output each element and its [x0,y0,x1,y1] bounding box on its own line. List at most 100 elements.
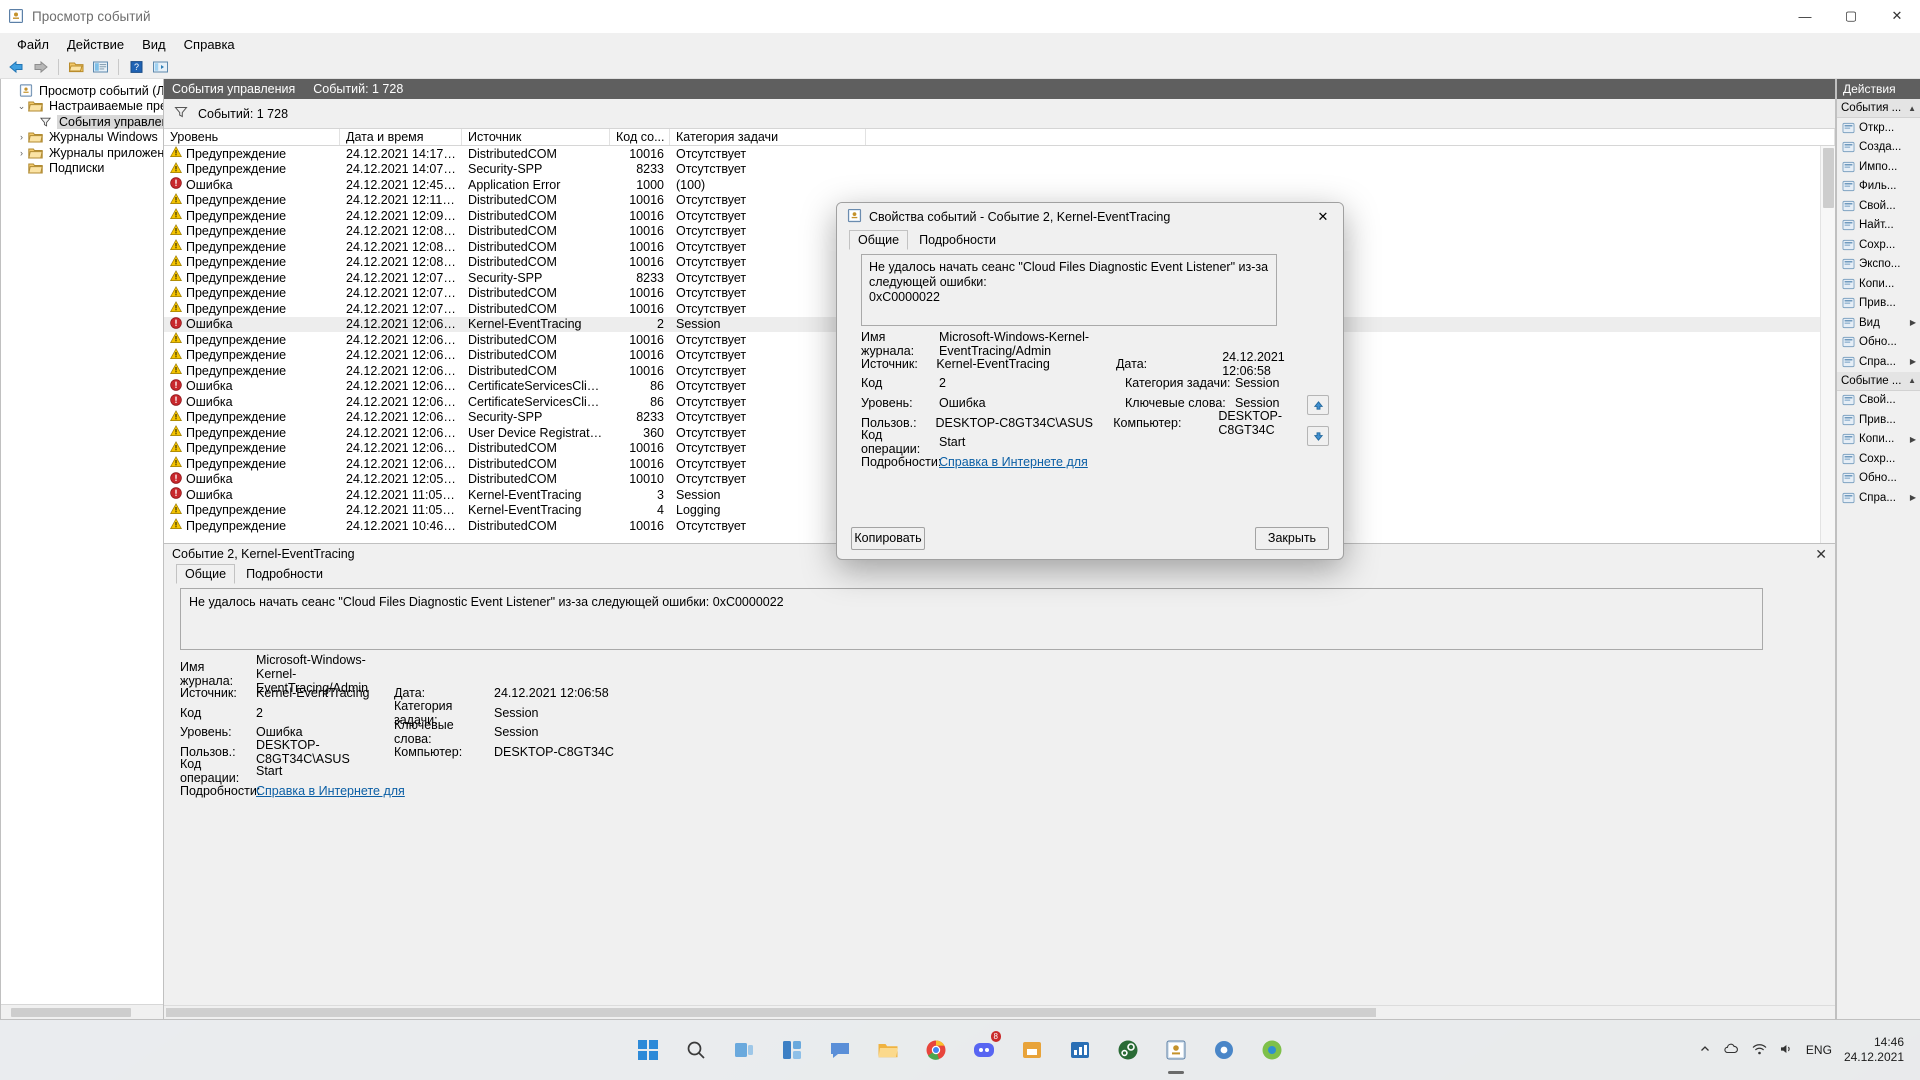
arrow-down-icon[interactable] [1307,426,1329,446]
discord-icon[interactable]: 8 [965,1031,1003,1069]
dialog-tabs[interactable]: Общие Подробности [837,230,1343,250]
action-item-1-5[interactable]: Спра... ▶ [1837,488,1920,508]
minimize-button[interactable]: — [1782,0,1828,33]
column-header-source[interactable]: Источник [462,129,610,145]
events-vertical-scrollbar[interactable] [1820,146,1835,543]
widgets-icon[interactable] [773,1031,811,1069]
tree-item-4[interactable]: › Журналы приложений и сл [1,145,163,161]
action-item-0-6[interactable]: Сохр... [1837,235,1920,255]
action-item-0-1[interactable]: Созда... [1837,138,1920,158]
list-column-headers[interactable]: Уровень Дата и время Источник Код со... … [164,129,1835,146]
settings-icon[interactable] [1205,1031,1243,1069]
action-item-1-0[interactable]: Свой... [1837,391,1920,411]
network-icon[interactable] [1752,1043,1767,1058]
back-arrow-icon[interactable] [6,57,27,77]
detail-horizontal-scrollbar[interactable] [164,1005,1835,1019]
action-item-0-2[interactable]: Импо... [1837,157,1920,177]
steam-icon[interactable] [1109,1031,1147,1069]
action-item-1-3[interactable]: Сохр... [1837,449,1920,469]
dialog-tab-general[interactable]: Общие [849,230,909,250]
chrome-icon[interactable] [917,1031,955,1069]
filter-bar[interactable]: Событий: 1 728 [164,99,1835,129]
tree-item-5[interactable]: Подписки [1,161,163,177]
detail-details-link[interactable]: Справка в Интернете для [256,784,405,798]
event-properties-dialog[interactable]: Свойства событий - Событие 2, Kernel-Eve… [836,202,1344,560]
action-item-0-12[interactable]: Спра... ▶ [1837,352,1920,372]
tree-item-3[interactable]: › Журналы Windows [1,130,163,146]
task-view-icon[interactable] [725,1031,763,1069]
action-item-0-4[interactable]: Свой... [1837,196,1920,216]
dialog-details-link[interactable]: Справка в Интернете для [939,455,1088,469]
chevron-right-icon[interactable]: ▶ [1910,435,1916,444]
chevron-right-icon[interactable]: ▶ [1910,318,1916,327]
action-item-1-4[interactable]: Обно... [1837,469,1920,489]
help-icon[interactable]: ? [126,57,147,77]
tree-item-0[interactable]: Просмотр событий (Локальны [1,83,163,99]
photos-icon[interactable] [1253,1031,1291,1069]
close-button[interactable]: ✕ [1874,0,1920,33]
tree-horizontal-scrollbar[interactable] [1,1004,163,1019]
column-header-category[interactable]: Категория задачи [670,129,866,145]
forward-arrow-icon[interactable] [30,57,51,77]
chevron-up-icon[interactable]: ▲ [1908,376,1916,385]
tree-item-1[interactable]: ⌄ Настраиваемые представл [1,99,163,115]
menu-item-action[interactable]: Действие [58,35,133,54]
detail-tab-details[interactable]: Подробности [237,564,332,584]
tree-expander-4[interactable]: › [15,148,28,158]
table-row[interactable]: Ошибка 24.12.2021 12:45:01 Application Err… [164,177,1835,193]
chevron-up-icon[interactable] [1699,1043,1711,1058]
detail-tab-general[interactable]: Общие [176,564,236,584]
column-header-level[interactable]: Уровень [164,129,340,145]
detail-close-button[interactable]: ✕ [1815,546,1827,563]
start-icon[interactable] [629,1031,667,1069]
action-item-0-5[interactable]: Найт... [1837,216,1920,236]
action-item-0-9[interactable]: Прив... [1837,294,1920,314]
menu-item-file[interactable]: Файл [8,35,58,54]
show-pane-icon[interactable] [150,57,171,77]
event-viewer-icon[interactable] [1157,1031,1195,1069]
action-item-0-8[interactable]: Копи... [1837,274,1920,294]
navigation-tree[interactable]: Просмотр событий (Локальны ⌄ Настраиваемые… [0,79,164,1020]
action-item-0-7[interactable]: Экспо... [1837,255,1920,275]
store-icon[interactable] [1013,1031,1051,1069]
chevron-up-icon[interactable]: ▲ [1908,104,1916,113]
action-item-1-2[interactable]: Копи... ▶ [1837,430,1920,450]
tree-item-2[interactable]: События управления [1,114,163,130]
explorer-icon[interactable] [869,1031,907,1069]
arrow-up-icon[interactable] [1307,395,1329,415]
open-folder-icon[interactable] [66,57,87,77]
table-row[interactable]: Предупреждение 24.12.2021 14:17:57 Distrib… [164,146,1835,162]
chat-icon[interactable] [821,1031,859,1069]
detail-tabs[interactable]: Общие Подробности [164,564,1835,584]
detail-scroll-thumb[interactable] [166,1008,1376,1017]
dialog-copy-button[interactable]: Копировать [851,526,925,550]
dialog-tab-details[interactable]: Подробности [910,230,1005,250]
tree-expander-1[interactable]: ⌄ [15,101,28,112]
language-indicator[interactable]: ENG [1806,1043,1832,1057]
table-row[interactable]: Предупреждение 24.12.2021 14:07:06 Securit… [164,161,1835,178]
actions-group-header-1[interactable]: Событие ... ▲ [1837,371,1920,391]
action-item-0-11[interactable]: Обно... [1837,333,1920,353]
volume-icon[interactable] [1779,1043,1794,1058]
action-item-0-10[interactable]: Вид ▶ [1837,313,1920,333]
cloud-icon[interactable] [1723,1043,1740,1058]
column-header-datetime[interactable]: Дата и время [340,129,462,145]
chevron-right-icon[interactable]: ▶ [1910,357,1916,366]
tree-expander-3[interactable]: › [15,132,28,142]
dialog-close-action-button[interactable]: Закрыть [1255,526,1329,550]
clock[interactable]: 14:46 24.12.2021 [1844,1035,1904,1065]
events-scroll-thumb[interactable] [1823,148,1834,208]
action-item-0-0[interactable]: Откр... [1837,118,1920,138]
tree-scroll-thumb[interactable] [11,1008,131,1017]
charts-icon[interactable] [1061,1031,1099,1069]
column-header-eventid[interactable]: Код со... [610,129,670,145]
search-icon[interactable] [677,1031,715,1069]
action-item-1-1[interactable]: Прив... [1837,410,1920,430]
maximize-button[interactable]: ▢ [1828,0,1874,33]
action-item-0-3[interactable]: Филь... [1837,177,1920,197]
dialog-close-button[interactable]: ✕ [1303,203,1343,230]
chevron-right-icon[interactable]: ▶ [1910,493,1916,502]
menu-item-view[interactable]: Вид [133,35,175,54]
menu-item-help[interactable]: Справка [175,35,244,54]
actions-group-header-0[interactable]: События ... ▲ [1837,99,1920,118]
